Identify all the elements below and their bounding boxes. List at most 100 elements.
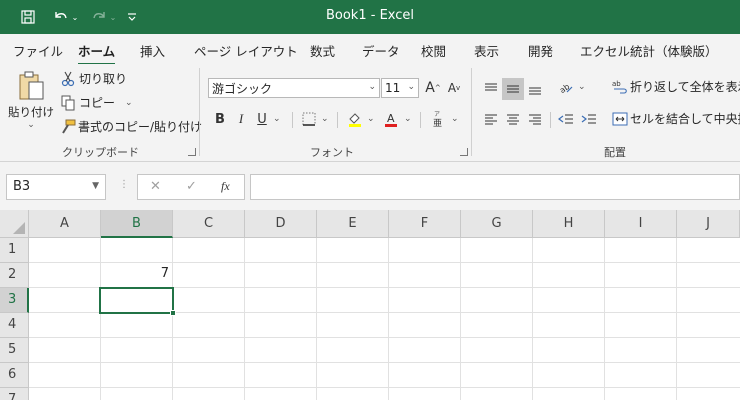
tab-file[interactable]: ファイル xyxy=(13,41,63,60)
ribbon-separator xyxy=(337,112,338,128)
border-dropdown-icon[interactable]: ⌄ xyxy=(321,114,329,124)
cut-button[interactable]: 切り取り xyxy=(60,70,127,87)
tab-insert[interactable]: 挿入 xyxy=(140,41,165,60)
orientation-dropdown-icon[interactable]: ⌄ xyxy=(578,82,586,92)
tab-view[interactable]: 表示 xyxy=(474,41,499,60)
chevron-down-icon: ⌄ xyxy=(368,82,376,92)
format-painter-label: 書式のコピー/貼り付け xyxy=(78,120,203,134)
column-header-c[interactable]: C xyxy=(173,210,245,238)
name-box[interactable]: B3 ▼ xyxy=(6,174,106,200)
align-top-icon[interactable] xyxy=(480,78,502,100)
paste-dropdown-icon[interactable]: ⌄ xyxy=(27,120,35,130)
wrap-text-label: 折り返して全体を表示す xyxy=(630,80,740,94)
align-middle-icon[interactable] xyxy=(502,78,524,100)
selected-cell-b3[interactable] xyxy=(99,287,174,314)
font-color-dropdown-icon[interactable]: ⌄ xyxy=(404,114,412,124)
ribbon-tabs: ファイル ホーム 挿入 ページ レイアウト 数式 データ 校閲 表示 開発 エク… xyxy=(0,34,740,66)
decrease-indent-icon[interactable] xyxy=(555,108,577,130)
column-header-f[interactable]: F xyxy=(389,210,461,238)
enter-icon[interactable]: ✓ xyxy=(186,179,197,194)
phonetic-dropdown-icon[interactable]: ⌄ xyxy=(451,114,459,124)
tab-data[interactable]: データ xyxy=(362,41,400,60)
row-header-5[interactable]: 5 xyxy=(0,338,29,363)
svg-text:ab: ab xyxy=(612,80,621,88)
formula-tools: ✕ ✓ fx xyxy=(137,174,245,200)
clipboard-group-label: クリップボード xyxy=(62,146,139,159)
decrease-font-size-icon[interactable]: Av xyxy=(443,77,465,99)
tab-excel-statistics[interactable]: エクセル統計（体験版） xyxy=(580,41,718,60)
column-header-h[interactable]: H xyxy=(533,210,605,238)
ribbon-separator xyxy=(420,112,421,128)
fill-color-icon[interactable] xyxy=(344,108,366,130)
border-icon[interactable] xyxy=(298,108,320,130)
column-header-a[interactable]: A xyxy=(29,210,101,238)
ribbon-separator xyxy=(550,112,551,128)
tab-formulas[interactable]: 数式 xyxy=(310,41,335,60)
svg-text:ab: ab xyxy=(558,82,571,95)
align-bottom-icon[interactable] xyxy=(524,78,546,100)
underline-button[interactable]: U xyxy=(251,108,273,130)
row-header-1[interactable]: 1 xyxy=(0,238,29,263)
select-all-button[interactable] xyxy=(0,210,29,238)
grid-line xyxy=(29,337,740,338)
fill-handle[interactable] xyxy=(170,310,176,316)
wrap-text-icon: ab xyxy=(612,79,628,95)
worksheet-grid: A B C D E F G H I J 1 2 3 4 5 6 7 7 xyxy=(0,210,740,400)
formula-input[interactable] xyxy=(250,174,740,200)
row-header-2[interactable]: 2 xyxy=(0,263,29,288)
wrap-text-button[interactable]: ab 折り返して全体を表示す xyxy=(612,78,740,95)
tab-home[interactable]: ホーム xyxy=(78,41,116,66)
column-header-e[interactable]: E xyxy=(317,210,389,238)
underline-dropdown-icon[interactable]: ⌄ xyxy=(273,114,281,124)
paste-label: 貼り付け xyxy=(8,105,54,119)
svg-text:ア: ア xyxy=(434,111,440,118)
row-header-6[interactable]: 6 xyxy=(0,363,29,388)
grid-line xyxy=(29,387,740,388)
font-size-value: 11 xyxy=(385,81,401,95)
column-header-b[interactable]: B xyxy=(101,210,173,238)
font-size-select[interactable]: 11 ⌄ xyxy=(381,78,419,98)
clipboard-launcher-icon[interactable] xyxy=(188,148,196,156)
copy-button[interactable]: コピー ⌄ xyxy=(60,94,133,111)
row-header-3[interactable]: 3 xyxy=(0,288,29,313)
tab-review[interactable]: 校閲 xyxy=(421,41,446,60)
merge-center-button[interactable]: セルを結合して中央揃え xyxy=(612,110,740,127)
orientation-icon[interactable]: ab xyxy=(555,76,577,98)
row-header-4[interactable]: 4 xyxy=(0,313,29,338)
copy-label: コピー xyxy=(79,96,116,110)
copy-dropdown-icon[interactable]: ⌄ xyxy=(125,98,133,108)
grid-line xyxy=(29,362,740,363)
ribbon: 貼り付け ⌄ 切り取り コピー ⌄ 書式のコピー/貼り付け クリップボード 游ゴ… xyxy=(0,64,740,162)
chevron-down-icon: ▼ xyxy=(92,181,99,191)
insert-function-icon[interactable]: fx xyxy=(221,179,230,194)
tab-page-layout[interactable]: ページ レイアウト xyxy=(194,41,298,60)
tab-developer[interactable]: 開発 xyxy=(528,41,553,60)
svg-text:亜: 亜 xyxy=(433,118,442,128)
format-painter-button[interactable]: 書式のコピー/貼り付け xyxy=(60,118,202,135)
column-header-g[interactable]: G xyxy=(461,210,533,238)
font-launcher-icon[interactable] xyxy=(460,148,468,156)
window-title: Book1 - Excel xyxy=(325,8,415,23)
increase-font-size-icon[interactable]: A ^ xyxy=(422,77,444,99)
column-header-i[interactable]: I xyxy=(605,210,677,238)
bold-button[interactable]: B xyxy=(209,108,231,130)
column-header-d[interactable]: D xyxy=(245,210,317,238)
more-options-icon[interactable]: ⋮ xyxy=(119,179,129,190)
align-center-icon[interactable] xyxy=(502,108,524,130)
cancel-icon[interactable]: ✕ xyxy=(150,179,161,194)
cell-b2[interactable]: 7 xyxy=(101,266,169,281)
title-bar: ⌄ ⌄ Book1 - Excel xyxy=(0,0,740,34)
font-color-icon[interactable]: A xyxy=(380,108,402,130)
row-header-7[interactable]: 7 xyxy=(0,388,29,400)
fill-color-dropdown-icon[interactable]: ⌄ xyxy=(367,114,375,124)
paste-button[interactable]: 貼り付け ⌄ xyxy=(8,70,54,140)
align-left-icon[interactable] xyxy=(480,108,502,130)
align-right-icon[interactable] xyxy=(524,108,546,130)
font-name-select[interactable]: 游ゴシック ⌄ xyxy=(208,78,380,98)
italic-button[interactable]: I xyxy=(230,108,252,130)
font-group-label: フォント xyxy=(310,146,354,159)
name-box-value: B3 xyxy=(13,179,31,194)
phonetic-guide-icon[interactable]: ア亜 xyxy=(428,108,450,130)
column-header-j[interactable]: J xyxy=(677,210,740,238)
increase-indent-icon[interactable] xyxy=(578,108,600,130)
